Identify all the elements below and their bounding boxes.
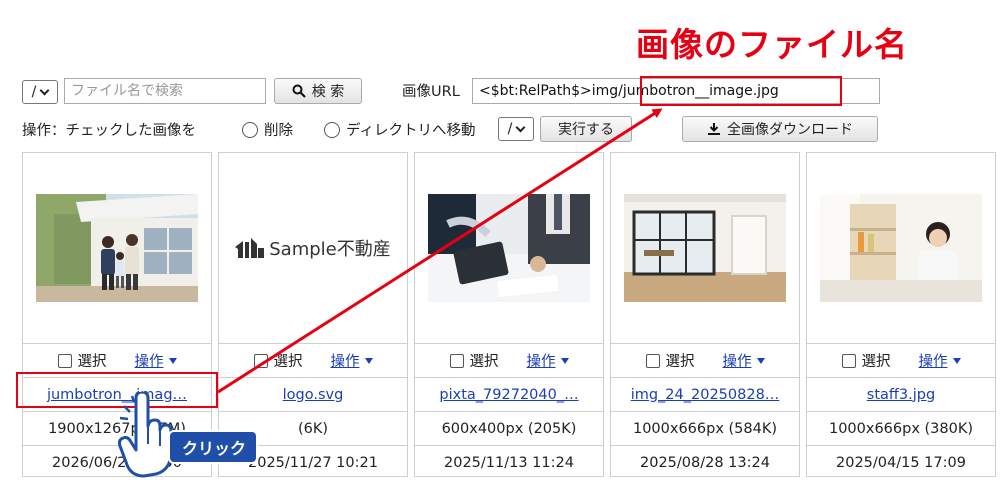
click-badge: クリック — [168, 430, 259, 464]
